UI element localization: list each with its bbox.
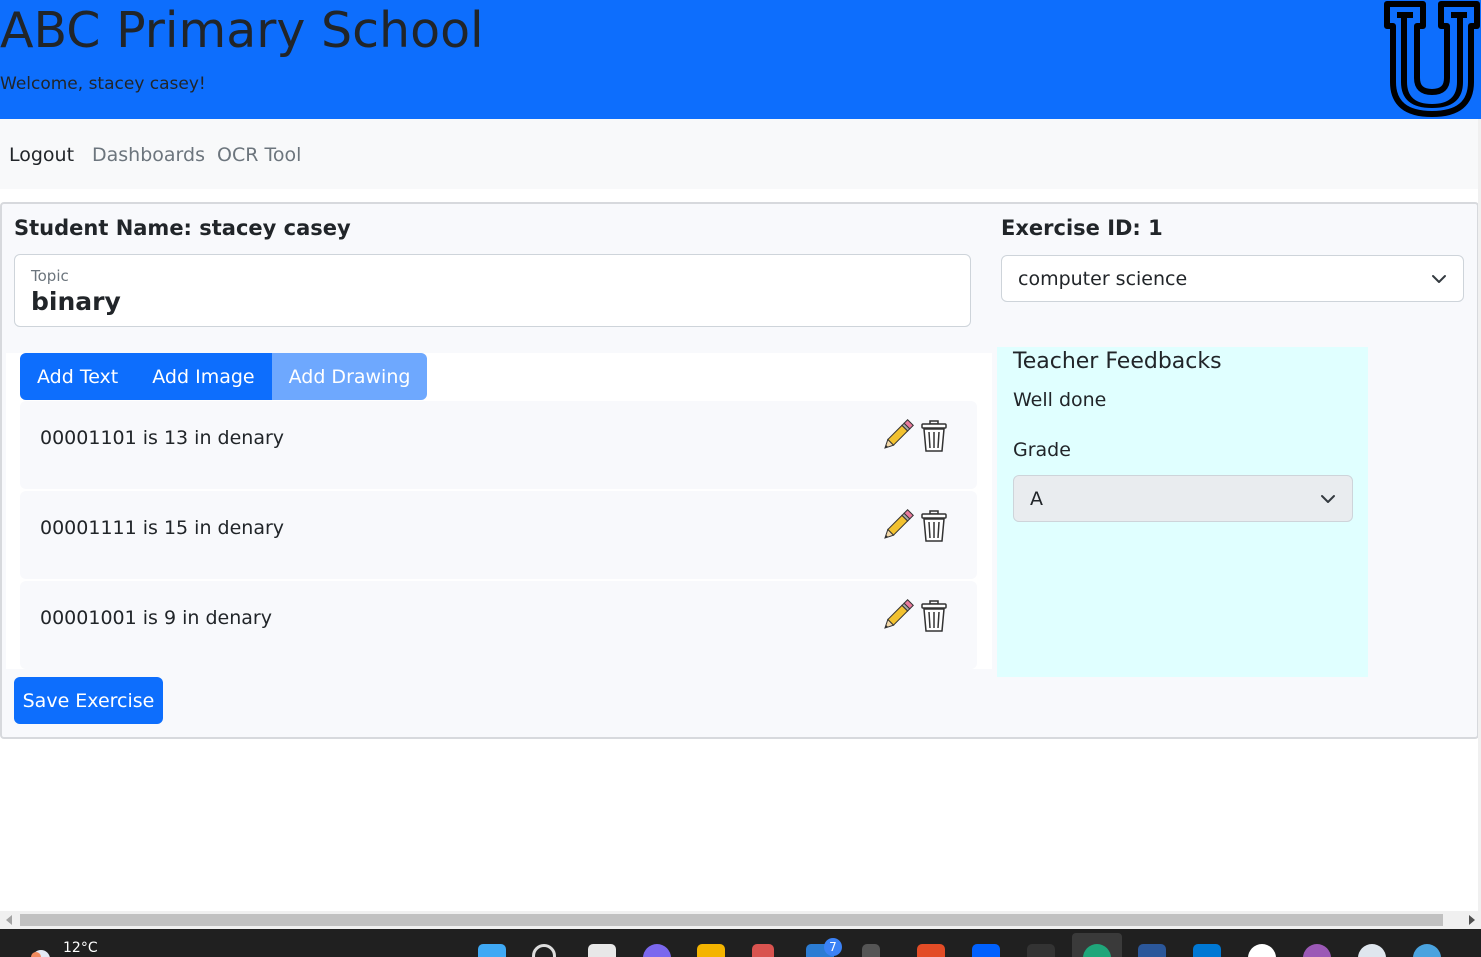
pen-app-icon[interactable] [862, 944, 880, 957]
university-u-logo-icon [1384, 1, 1480, 117]
navbar: Logout Dashboards OCR Tool [0, 119, 1481, 189]
task-view-icon[interactable] [588, 944, 616, 957]
chevron-down-icon [1321, 494, 1335, 503]
add-image-button[interactable]: Add Image [135, 353, 272, 400]
grade-label: Grade [1013, 439, 1071, 461]
entry-text: 00001101 is 13 in denary [40, 427, 285, 449]
windows-start-icon[interactable] [478, 944, 506, 957]
topic-value: binary [31, 287, 121, 316]
page: ABC Primary School Welcome, stacey casey… [0, 0, 1481, 957]
media-app-icon[interactable] [752, 944, 774, 957]
subject-select[interactable]: computer science [1001, 255, 1464, 302]
scroll-left-arrow-icon[interactable] [6, 915, 12, 925]
topic-field[interactable]: Topic binary [14, 254, 971, 327]
terminal-icon[interactable] [1027, 944, 1055, 957]
pencil-icon[interactable] [880, 599, 914, 633]
weather-cloud-icon[interactable] [28, 947, 54, 957]
add-content-button-group: Add Text Add Image Add Drawing [20, 353, 428, 400]
student-name-heading: Student Name: stacey casey [14, 216, 351, 240]
save-exercise-button[interactable]: Save Exercise [14, 677, 163, 724]
nav-ocr-tool-link[interactable]: OCR Tool [217, 144, 301, 166]
entry-item: 00001101 is 13 in denary [20, 401, 977, 489]
site-header: ABC Primary School Welcome, stacey casey… [0, 0, 1481, 119]
entry-text: 00001111 is 15 in denary [40, 517, 285, 539]
horizontal-scrollbar[interactable] [0, 911, 1481, 929]
nav-dashboards-link[interactable]: Dashboards [92, 144, 205, 166]
grade-select[interactable]: A [1013, 475, 1353, 522]
dropbox-icon[interactable] [972, 944, 1000, 957]
chevron-down-icon [1432, 274, 1446, 283]
scroll-right-arrow-icon[interactable] [1469, 915, 1475, 925]
mail-badge: 7 [824, 938, 842, 956]
scrollbar-thumb[interactable] [20, 914, 1443, 926]
add-drawing-button[interactable]: Add Drawing [271, 353, 428, 400]
subject-selected-value: computer science [1018, 267, 1188, 290]
file-explorer-icon[interactable] [697, 944, 725, 957]
school-title: ABC Primary School [0, 2, 484, 59]
trash-icon[interactable] [917, 599, 951, 633]
exercise-id-heading: Exercise ID: 1 [1001, 216, 1163, 240]
pencil-icon[interactable] [880, 509, 914, 543]
entry-item: 00001111 is 15 in denary [20, 491, 977, 579]
vscode-icon[interactable] [1193, 944, 1221, 957]
entry-item: 00001001 is 9 in denary [20, 581, 977, 669]
feedback-text: Well done [1013, 389, 1107, 411]
feedback-title: Teacher Feedbacks [1013, 349, 1222, 374]
entry-text: 00001001 is 9 in denary [40, 607, 272, 629]
nav-logout-link[interactable]: Logout [9, 144, 74, 166]
office-icon[interactable] [917, 944, 945, 957]
welcome-message: Welcome, stacey casey! [0, 74, 206, 94]
word-icon[interactable] [1138, 944, 1166, 957]
trash-icon[interactable] [917, 509, 951, 543]
topic-label: Topic [31, 267, 69, 285]
add-text-button[interactable]: Add Text [20, 353, 136, 400]
weather-temperature[interactable]: 12°C [63, 940, 98, 956]
pencil-icon[interactable] [880, 419, 914, 453]
grade-selected-value: A [1030, 487, 1043, 510]
trash-icon[interactable] [917, 419, 951, 453]
